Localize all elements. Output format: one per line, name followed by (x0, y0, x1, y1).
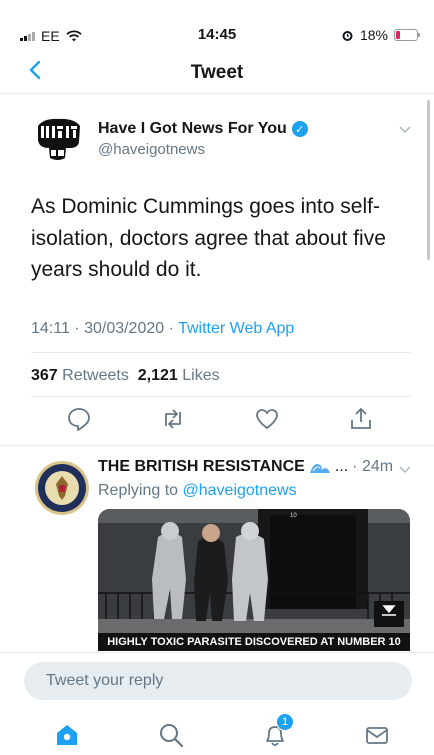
bottom-tab-bar: 1 (0, 708, 434, 755)
battery-group: 18% (341, 27, 420, 43)
reply-input[interactable] (24, 662, 412, 700)
chevron-down-icon[interactable] (398, 462, 412, 476)
tweet-text: As Dominic Cummings goes into self-isola… (31, 195, 386, 281)
reply-name-ellipsis: ... (334, 458, 349, 475)
likes-label: Likes (182, 367, 220, 384)
verified-badge-icon: ✓ (291, 121, 308, 137)
chevron-down-icon[interactable] (398, 122, 412, 136)
author-name: Have I Got News For You (98, 120, 287, 137)
share-icon[interactable] (348, 406, 374, 432)
reply-author-name: THE BRITISH RESISTANCE (98, 458, 305, 475)
heart-icon[interactable] (254, 406, 280, 432)
replying-prefix: Replying to (98, 482, 179, 499)
likes-stat[interactable]: 2,121 Likes (138, 367, 220, 384)
door-number: 10 (290, 513, 297, 519)
divider (31, 396, 411, 397)
retweets-count: 367 (31, 367, 58, 384)
reply-tweet[interactable]: THE BRITISH RESISTANCE ... · 24m Replyin… (0, 445, 434, 651)
battery-icon (394, 29, 420, 41)
hignfy-logo-icon (30, 112, 86, 168)
author-block[interactable]: Have I Got News For You ✓ @haveigotnews (98, 120, 308, 158)
battery-percent: 18% (359, 27, 388, 43)
top-nav: Tweet (0, 50, 434, 94)
tweet-actions (0, 406, 434, 436)
reply-time: · 24m (352, 458, 394, 475)
wave-emoji-icon (309, 464, 330, 473)
home-icon[interactable] (54, 722, 80, 748)
page-title: Tweet (190, 62, 244, 83)
reply-icon[interactable] (66, 406, 92, 432)
author-handle: @haveigotnews (98, 141, 205, 158)
alarm-icon (342, 30, 353, 41)
tweet-stats: 367 Retweets 2,121 Likes (31, 367, 220, 385)
downing-street-photo-icon: 10 (98, 509, 410, 633)
replying-to: Replying to @haveigotnews (98, 482, 297, 500)
divider (31, 352, 411, 353)
replying-handle-link[interactable]: @haveigotnews (183, 482, 297, 499)
seal-avatar-icon[interactable] (34, 460, 90, 516)
notification-badge: 1 (276, 713, 294, 731)
mail-icon[interactable] (364, 722, 390, 748)
retweets-stat[interactable]: 367 Retweets (31, 367, 129, 384)
tweet-source-link[interactable]: Twitter Web App (178, 320, 294, 337)
author-avatar[interactable] (30, 112, 86, 168)
tweet-timestamp: 14:11 · 30/03/2020 · (31, 320, 179, 337)
retweets-label: Retweets (62, 367, 129, 384)
retweet-icon[interactable] (160, 406, 186, 432)
likes-count: 2,121 (137, 367, 178, 384)
reply-header: THE BRITISH RESISTANCE ... · 24m (98, 458, 393, 476)
reply-composer (0, 652, 434, 708)
status-bar: EE 14:45 18% (0, 0, 434, 44)
notifications-tab[interactable]: 1 (262, 713, 294, 748)
author-name-row: Have I Got News For You ✓ (98, 120, 308, 138)
media-caption: HIGHLY TOXIC PARASITE DISCOVERED AT NUMB… (98, 633, 410, 651)
reply-media-image[interactable]: 10 HIGHLY TOXIC PARASITE DISCOVERED AT N… (98, 509, 410, 651)
scrollbar[interactable] (427, 100, 430, 260)
search-icon[interactable] (158, 722, 184, 748)
tweet-meta: 14:11 · 30/03/2020 · Twitter Web App (31, 320, 294, 338)
